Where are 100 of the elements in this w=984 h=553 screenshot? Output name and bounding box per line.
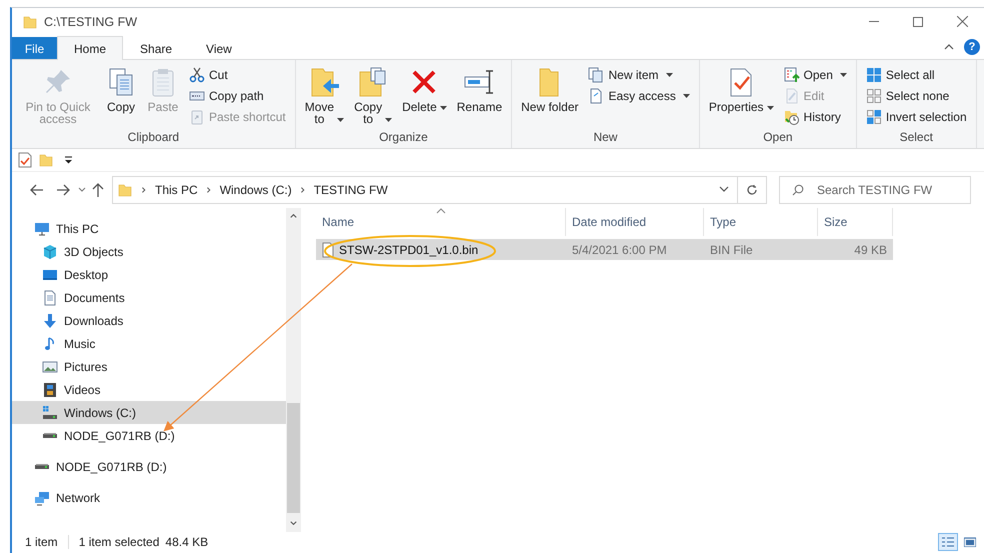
date-cell-text: 5/4/2021 6:00 PM (571, 242, 668, 256)
collapse-ribbon-icon (944, 42, 954, 52)
breadcrumb[interactable]: Windows (C:) (220, 183, 292, 197)
breadcrumb[interactable]: This PC (155, 183, 198, 197)
ribbon-button[interactable]: Properties (704, 64, 778, 115)
type-cell-text: BIN File (709, 242, 754, 256)
column-header[interactable]: Name (316, 208, 566, 236)
group-label: New (592, 130, 618, 146)
ribbon-button[interactable]: New item (584, 64, 694, 85)
file-menu-button[interactable]: File (12, 37, 57, 59)
caret-icon (682, 94, 690, 98)
nav-item[interactable]: Downloads (12, 309, 286, 332)
nav-item[interactable]: Network (12, 486, 286, 509)
ribbon-button[interactable]: Invert selection (862, 106, 971, 127)
help-button[interactable]: ? (964, 39, 980, 55)
caret-icon (840, 72, 847, 76)
cube-icon (42, 244, 58, 260)
documents-icon (588, 66, 604, 82)
minimize-icon (869, 21, 879, 22)
group-label: Clipboard (126, 130, 180, 146)
ribbon-button[interactable]: Select none (862, 85, 971, 106)
drive-icon (43, 433, 57, 438)
nav-item[interactable]: NODE_G071RB (D:) (12, 455, 286, 478)
ribbon-tab[interactable]: Share (123, 37, 190, 59)
large-icons-view-icon (964, 537, 976, 547)
group-label: Open (762, 130, 794, 146)
maximize-icon (913, 16, 923, 26)
pencil-document-icon (784, 88, 800, 104)
drive-icon (35, 464, 49, 469)
film-icon (42, 382, 58, 398)
ribbon-button[interactable]: Cut (185, 64, 290, 85)
column-header[interactable]: Size (818, 208, 893, 236)
ribbon-button[interactable]: Move to (300, 64, 348, 127)
monitor-icon (34, 220, 50, 236)
document-icon (42, 290, 58, 306)
dotted-grid-icon (866, 88, 882, 104)
nav-item[interactable]: Documents (12, 286, 286, 309)
item-count: 1 item (25, 535, 58, 549)
selection-size: 48.4 KB (165, 535, 208, 549)
grid-icon (866, 66, 882, 82)
column-header[interactable]: Date modified (566, 208, 704, 236)
recent-locations-icon[interactable] (76, 186, 88, 194)
down-arrow-icon (42, 312, 58, 328)
nav-item[interactable]: Music (12, 332, 286, 355)
ribbon-button[interactable]: History (780, 106, 851, 127)
nav-item[interactable]: This PC (12, 217, 286, 240)
nav-item[interactable]: Windows (C:) (12, 401, 286, 424)
details-view-icon (942, 537, 954, 547)
column-header[interactable]: Type (704, 208, 818, 236)
details-view-button[interactable] (938, 533, 958, 551)
chevron-icon (140, 185, 148, 195)
address-bar[interactable]: This PC Windows (C:) TESTING FW (112, 176, 738, 204)
ribbon-button[interactable]: Select all (862, 64, 971, 85)
caret-icon (766, 106, 774, 110)
scroll-down-icon (289, 519, 298, 528)
ribbon-button[interactable]: Open (780, 64, 851, 85)
drive-icon (42, 404, 58, 420)
group-label: Select (898, 130, 934, 146)
selection-info: 1 item selected (78, 535, 160, 549)
search-field[interactable]: Search TESTING FW (779, 176, 971, 204)
dropdown-icon (719, 184, 729, 194)
scrollbar[interactable] (286, 208, 301, 532)
folder-icon (22, 14, 38, 30)
document-icon (588, 88, 604, 104)
ribbon-button[interactable]: Copy (101, 64, 141, 115)
nav-item[interactable]: Videos (12, 378, 286, 401)
ribbon-button[interactable]: Rename (452, 64, 506, 115)
ribbon-button[interactable]: Copy path (185, 85, 290, 106)
properties-icon[interactable] (18, 152, 32, 168)
nav-item[interactable]: Desktop (12, 263, 286, 286)
caret-icon (666, 72, 672, 76)
history-icon (784, 108, 800, 124)
ribbon-button[interactable]: Copy to (350, 64, 396, 127)
ribbon-button[interactable]: Easy access (584, 85, 694, 106)
customize-toolbar-icon[interactable] (64, 156, 73, 164)
caret-icon (337, 118, 344, 122)
caret-icon (385, 118, 392, 122)
chevron-icon (204, 185, 213, 195)
ribbon-button[interactable]: Delete (398, 64, 451, 115)
file-row[interactable]: STSW-2STPD01_v1.0.bin 5/4/2021 6:00 PM BIN File 49 KB (316, 239, 893, 260)
picture-icon (42, 358, 58, 374)
file-name: STSW-2STPD01_v1.0.bin (339, 242, 478, 256)
nav-item[interactable]: 3D Objects (12, 240, 286, 263)
nav-item[interactable]: Pictures (12, 355, 286, 378)
window-title: C:\TESTING FW (44, 14, 138, 28)
size-cell-text: 49 KB (853, 242, 888, 256)
group-label: Organize (378, 130, 429, 146)
folder-icon (117, 182, 133, 198)
nav-item[interactable]: NODE_G071RB (D:) (12, 424, 286, 447)
breadcrumb[interactable]: TESTING FW (314, 183, 388, 197)
chevron-icon (298, 185, 307, 195)
ribbon-button[interactable]: New folder (517, 64, 582, 115)
ribbon-tab[interactable]: View (189, 37, 249, 59)
network-icon (34, 490, 50, 506)
close-icon (956, 16, 968, 27)
clipboard-icon (189, 108, 205, 124)
grid-icon (866, 108, 882, 124)
open-icon (784, 66, 800, 82)
refresh-button[interactable] (738, 176, 767, 204)
ribbon-tab[interactable]: Home (57, 36, 124, 60)
